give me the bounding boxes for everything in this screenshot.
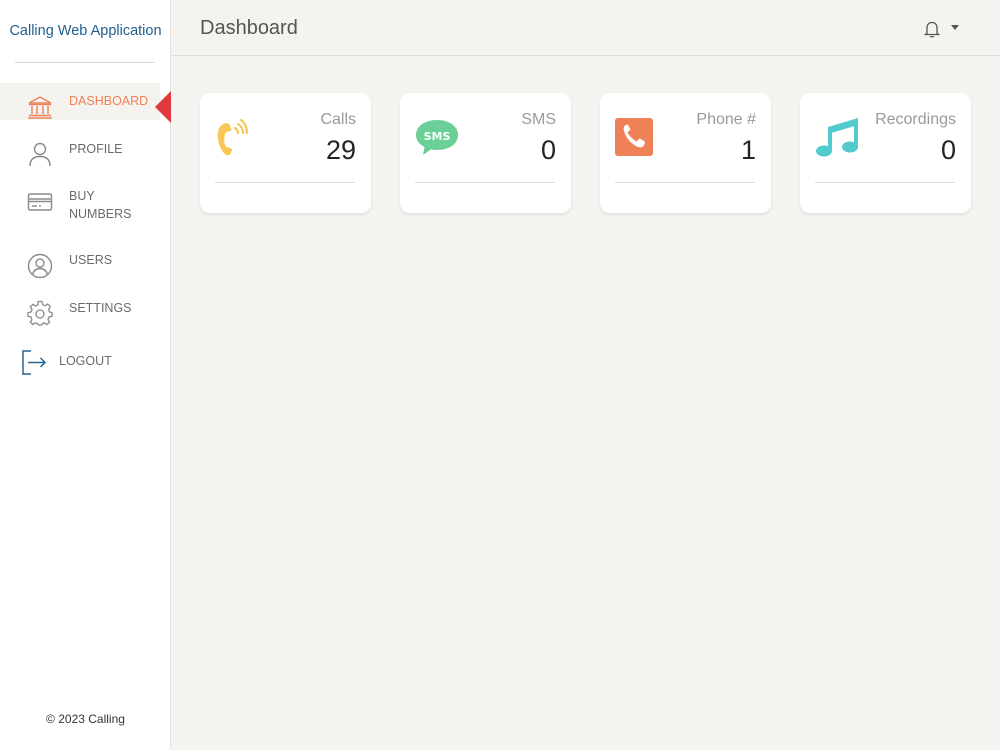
card-divider [815, 182, 955, 183]
brand-title[interactable]: Calling Web Application [0, 23, 171, 39]
stat-value: 0 [540, 135, 556, 165]
sidebar-item-settings[interactable]: SETTINGS [0, 295, 171, 333]
stat-label: Phone # [696, 111, 756, 128]
sms-bubble-icon: SMS [416, 120, 458, 155]
logout-icon [22, 350, 47, 375]
stat-value: 1 [740, 135, 756, 165]
stat-card-phone-numbers: Phone # 1 [600, 93, 771, 213]
stat-label: Recordings [875, 111, 956, 128]
music-note-icon [816, 118, 858, 157]
sidebar-item-label: LOGOUT [59, 354, 112, 368]
user-icon [29, 142, 51, 167]
phone-square-icon [615, 118, 653, 156]
sidebar-item-label: PROFILE [69, 142, 123, 156]
sidebar-item-profile[interactable]: PROFILE [0, 136, 171, 172]
sidebar-item-users[interactable]: USERS [0, 247, 171, 285]
gear-icon [27, 300, 53, 326]
stat-card-calls: Calls 29 [200, 93, 371, 213]
card-divider [215, 182, 355, 183]
phone-ringing-icon [217, 118, 249, 156]
sidebar-item-buy-numbers[interactable]: BUY NUMBERS [0, 183, 171, 227]
stat-label: SMS [521, 111, 556, 128]
sidebar: Calling Web Application DASHBOARD PROFIL… [0, 0, 171, 750]
topbar: Dashboard [171, 0, 1000, 56]
notification-dropdown-caret[interactable] [951, 25, 959, 30]
sidebar-item-label: DASHBOARD [69, 94, 149, 108]
stat-value: 29 [325, 135, 356, 165]
sidebar-item-label: BUY NUMBERS [69, 189, 132, 221]
sidebar-item-logout[interactable]: LOGOUT [0, 347, 171, 379]
brand-divider [15, 62, 155, 63]
sidebar-item-dashboard[interactable]: DASHBOARD [0, 88, 171, 122]
card-divider [415, 182, 555, 183]
credit-card-icon [27, 193, 53, 211]
sidebar-item-label: SETTINGS [69, 301, 132, 315]
bell-icon[interactable] [922, 19, 942, 39]
svg-text:SMS: SMS [424, 130, 451, 143]
bank-icon [28, 96, 52, 119]
stat-value: 0 [940, 135, 956, 165]
user-circle-icon [27, 253, 53, 279]
copyright-text: © 2023 Calling [46, 712, 125, 726]
stat-label: Calls [320, 111, 356, 128]
sidebar-item-label: USERS [69, 253, 113, 267]
stat-card-sms: SMS SMS 0 [400, 93, 571, 213]
card-divider [615, 182, 755, 183]
stat-card-recordings: Recordings 0 [800, 93, 971, 213]
page-title: Dashboard [200, 17, 298, 39]
